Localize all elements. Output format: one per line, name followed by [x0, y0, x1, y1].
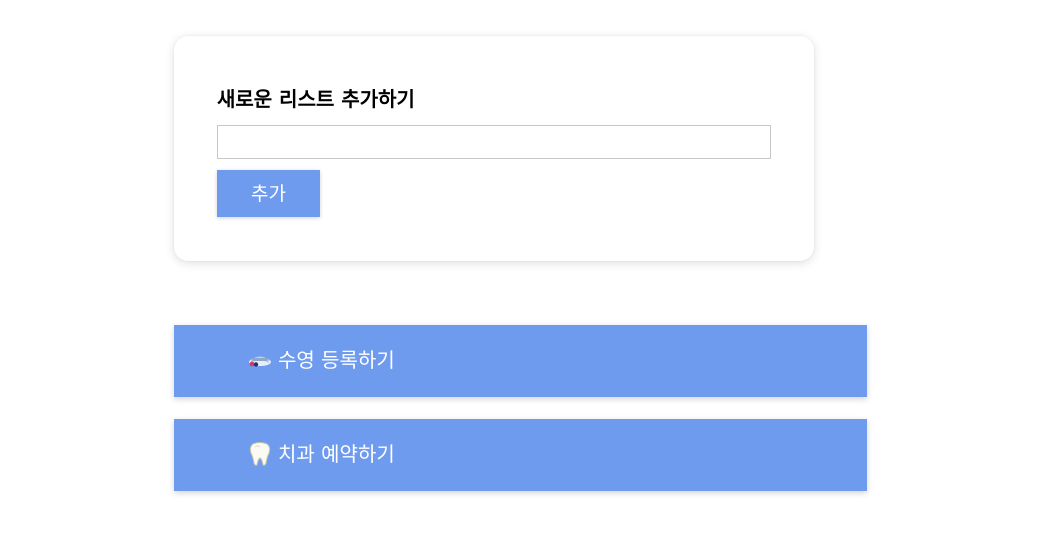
add-button[interactable]: 추가: [217, 170, 320, 217]
tooth-icon: [248, 441, 272, 467]
swim-goggles-icon: [248, 347, 272, 373]
list-item-label: 치과 예약하기: [278, 442, 395, 466]
add-list-card: 새로운 리스트 추가하기 추가: [174, 36, 814, 261]
list-item-label: 수영 등록하기: [278, 348, 395, 372]
list-item[interactable]: 수영 등록하기: [174, 325, 867, 397]
form-title: 새로운 리스트 추가하기: [217, 87, 415, 111]
new-list-input[interactable]: [217, 125, 771, 159]
list-item[interactable]: 치과 예약하기: [174, 419, 867, 491]
todo-list: 수영 등록하기 치과 예약하기: [174, 325, 867, 513]
